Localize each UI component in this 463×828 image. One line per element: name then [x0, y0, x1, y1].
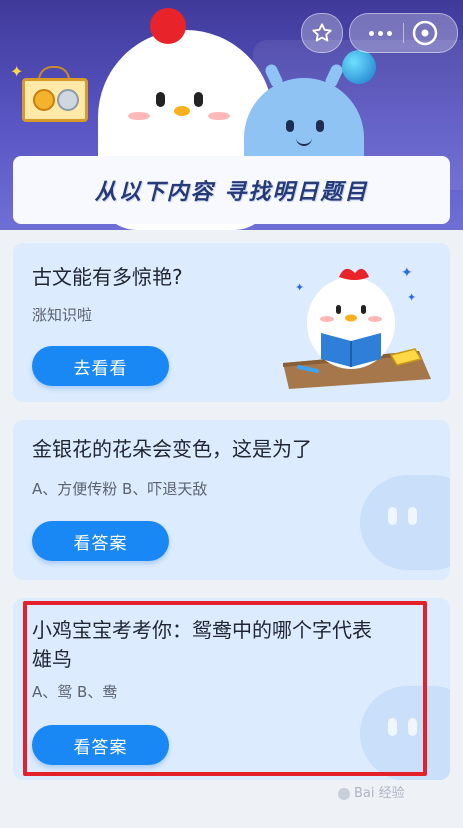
svg-text:✦: ✦ — [401, 265, 413, 281]
favorite-button[interactable] — [301, 13, 343, 53]
go-see-button[interactable]: 去看看 — [32, 346, 169, 386]
page-title-card: 从以下内容 寻找明日题目 — [13, 156, 450, 224]
more-dots-icon — [368, 30, 374, 36]
card-subtitle: 涨知识啦 — [32, 306, 93, 324]
silver-medal-icon — [57, 89, 79, 111]
svg-text:✦: ✦ — [407, 291, 416, 304]
paw-icon — [338, 787, 350, 800]
star-icon — [312, 23, 332, 42]
planet-icon — [342, 50, 376, 84]
view-answer-button[interactable]: 看答案 — [32, 521, 169, 561]
card-title: 古文能有多惊艳? — [32, 265, 183, 289]
medal-board-icon — [22, 78, 88, 122]
gold-medal-icon — [33, 89, 55, 111]
close-circle-icon[interactable] — [410, 18, 440, 48]
sparkle-icon: ✦ — [10, 62, 24, 81]
chat-bubble-icon — [360, 475, 450, 570]
page-title: 从以下内容 寻找明日题目 — [94, 180, 369, 205]
more-button[interactable] — [358, 14, 402, 52]
highlight-box — [23, 601, 427, 776]
question-title: 金银花的花朵会变色，这是为了 — [32, 437, 312, 461]
svg-text:✦: ✦ — [295, 281, 304, 294]
studying-chick-illustration: ✦ ✦ ✦ — [283, 265, 431, 389]
answer-options: A、方便传粉 B、吓退天敌 — [32, 480, 208, 498]
mini-program-capsule — [349, 13, 458, 53]
watermark: Bai 经验 — [338, 782, 405, 801]
quiz-card[interactable]: 金银花的花朵会变色，这是为了 A、方便传粉 B、吓退天敌 看答案 — [13, 420, 450, 580]
article-card[interactable]: 古文能有多惊艳? 涨知识啦 去看看 ✦ ✦ ✦ — [13, 243, 450, 402]
